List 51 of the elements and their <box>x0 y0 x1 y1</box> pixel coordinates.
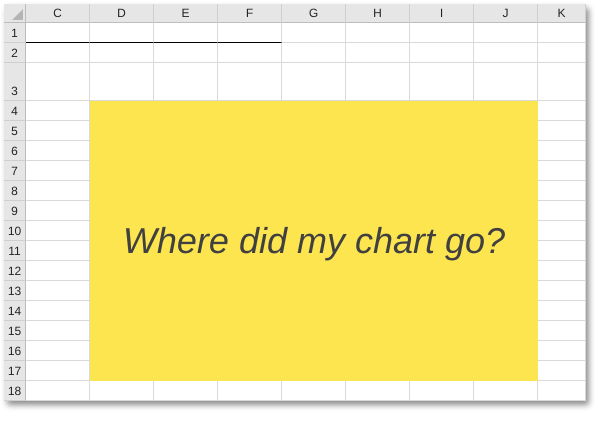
table-cell[interactable] <box>154 23 218 43</box>
table-cell[interactable] <box>26 63 90 101</box>
row-header[interactable]: 18 <box>4 381 26 401</box>
table-cell[interactable] <box>218 43 282 63</box>
column-header[interactable]: D <box>90 4 154 23</box>
row-header[interactable]: 13 <box>4 281 26 301</box>
row-header[interactable]: 1 <box>4 23 26 43</box>
column-header[interactable]: J <box>474 4 538 23</box>
row-header[interactable]: 3 <box>4 63 26 101</box>
table-cell[interactable] <box>218 23 282 43</box>
table-cell[interactable] <box>90 43 154 63</box>
table-cell[interactable] <box>26 43 90 63</box>
table-cell[interactable] <box>538 63 586 101</box>
row-header[interactable]: 10 <box>4 221 26 241</box>
row-header[interactable]: 11 <box>4 241 26 261</box>
table-cell[interactable] <box>154 43 218 63</box>
table-cell[interactable] <box>346 23 410 43</box>
row-header[interactable]: 7 <box>4 161 26 181</box>
row-header[interactable]: 16 <box>4 341 26 361</box>
table-cell[interactable] <box>346 43 410 63</box>
row-header[interactable]: 15 <box>4 321 26 341</box>
table-cell[interactable] <box>474 23 538 43</box>
table-cell[interactable] <box>26 23 90 43</box>
column-header[interactable]: I <box>410 4 474 23</box>
column-header[interactable]: K <box>538 4 586 23</box>
row-header[interactable]: 2 <box>4 43 26 63</box>
select-all-icon[interactable] <box>12 9 23 20</box>
table-cell[interactable] <box>410 23 474 43</box>
table-cell[interactable] <box>282 43 346 63</box>
table-cell[interactable] <box>474 43 538 63</box>
column-header[interactable]: E <box>154 4 218 23</box>
table-cell[interactable] <box>26 381 90 401</box>
shape-text: Where did my chart go? <box>122 220 506 262</box>
row-header[interactable]: 6 <box>4 141 26 161</box>
table-cell[interactable] <box>538 381 586 401</box>
column-header[interactable]: H <box>346 4 410 23</box>
row-header[interactable]: 5 <box>4 121 26 141</box>
table-cell[interactable] <box>538 43 586 63</box>
column-header[interactable]: G <box>282 4 346 23</box>
row-header[interactable]: 4 <box>4 101 26 121</box>
table-cell[interactable] <box>410 43 474 63</box>
row-header[interactable]: 17 <box>4 361 26 381</box>
table-cell[interactable] <box>282 23 346 43</box>
column-header[interactable]: C <box>26 4 90 23</box>
column-header[interactable]: F <box>218 4 282 23</box>
row-header[interactable]: 14 <box>4 301 26 321</box>
table-cell[interactable] <box>90 23 154 43</box>
table-cell[interactable] <box>538 23 586 43</box>
row-header[interactable]: 9 <box>4 201 26 221</box>
row-header[interactable]: 8 <box>4 181 26 201</box>
row-header[interactable]: 12 <box>4 261 26 281</box>
